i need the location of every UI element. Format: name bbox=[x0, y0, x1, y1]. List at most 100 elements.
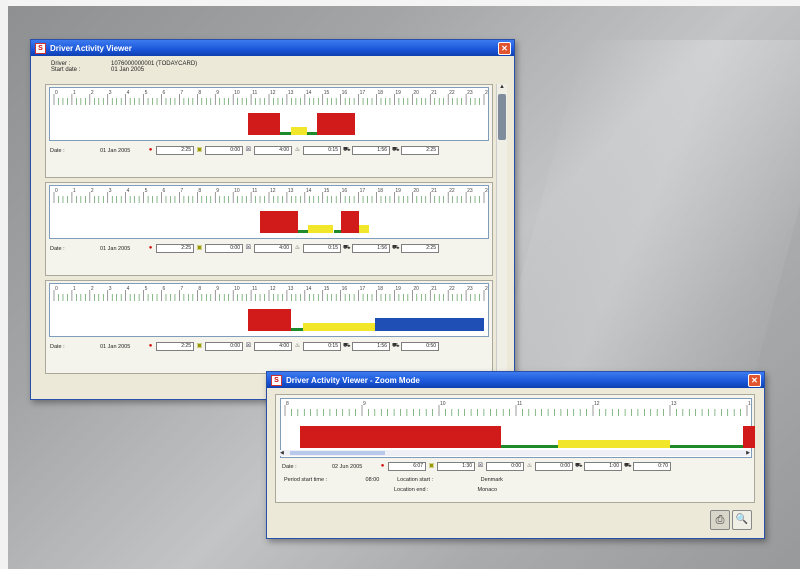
day-timeline-chart: 0123456789101112131415161718192021222324 bbox=[49, 185, 489, 239]
date-value: 01 Jan 2005 bbox=[100, 147, 131, 154]
hour-label: 14 bbox=[306, 286, 312, 292]
poa-segment[interactable] bbox=[558, 440, 670, 448]
hour-label: 7 bbox=[180, 188, 183, 194]
hour-label: 12 bbox=[270, 188, 276, 194]
hour-label: 19 bbox=[395, 90, 401, 96]
hour-label: 24 bbox=[485, 188, 488, 194]
hour-label: 19 bbox=[395, 286, 401, 292]
hour-label: 13 bbox=[288, 90, 294, 96]
hour-label: 1 bbox=[73, 90, 76, 96]
zoom-timeline-chart: 8 9 10 11 12 13 14 bbox=[280, 398, 755, 458]
hour-label: 21 bbox=[431, 188, 437, 194]
hour-label: 0 bbox=[55, 286, 58, 292]
poa-time-box: 4:00 bbox=[254, 244, 292, 253]
hour-label: 10 bbox=[234, 188, 240, 194]
poa-time-box: 4:00 bbox=[254, 146, 292, 155]
drive-segment[interactable] bbox=[247, 309, 291, 331]
background-top-edge bbox=[0, 0, 800, 6]
hour-label: 18 bbox=[378, 188, 384, 194]
drive-icon: ● bbox=[148, 245, 153, 251]
hour-label: 14 bbox=[306, 188, 312, 194]
hour-label: 6 bbox=[163, 90, 166, 96]
hour-label: 21 bbox=[431, 286, 437, 292]
hour-label: 7 bbox=[180, 286, 183, 292]
day-panel: 0123456789101112131415161718192021222324… bbox=[45, 84, 493, 178]
date-value: 01 Jan 2005 bbox=[100, 245, 131, 252]
poa-segment[interactable] bbox=[290, 127, 307, 135]
break-icon: ⛟ bbox=[575, 463, 583, 469]
hour-label: 24 bbox=[485, 90, 488, 96]
zoom-window-title: Driver Activity Viewer - Zoom Mode bbox=[286, 375, 420, 385]
hour-label: 9 bbox=[216, 286, 219, 292]
print-button[interactable]: ⎙ bbox=[710, 510, 730, 530]
app-icon: S bbox=[35, 42, 46, 54]
drive-segment[interactable] bbox=[340, 211, 359, 233]
hour-label: 2 bbox=[91, 286, 94, 292]
close-button[interactable]: ✕ bbox=[498, 42, 511, 55]
scroll-right-arrow[interactable]: ▶ bbox=[746, 450, 750, 456]
start-date-value: 01 Jan 2005 bbox=[111, 67, 145, 73]
hour-label: 13 bbox=[288, 188, 294, 194]
rest-time-box: 0:15 bbox=[303, 342, 341, 351]
poa-segment[interactable] bbox=[358, 225, 370, 233]
work-segment[interactable] bbox=[306, 132, 318, 135]
main-window-titlebar[interactable]: S Driver Activity Viewer ✕ bbox=[31, 40, 514, 56]
drive-segment[interactable] bbox=[247, 113, 280, 135]
hour-label: 20 bbox=[413, 90, 419, 96]
work-segment[interactable] bbox=[290, 328, 304, 331]
hour-label: 10 bbox=[234, 286, 240, 292]
hour-label: 2 bbox=[91, 90, 94, 96]
zoom-horizontal-scrollbar[interactable]: ◀ ▶ bbox=[280, 450, 750, 456]
hour-label: 1 bbox=[73, 286, 76, 292]
drive-time-box: 2:25 bbox=[156, 244, 194, 253]
hour-label: 16 bbox=[342, 188, 348, 194]
hour-label: 12 bbox=[270, 286, 276, 292]
app-icon: S bbox=[271, 374, 282, 386]
hour-label: 3 bbox=[109, 90, 112, 96]
scroll-up-arrow[interactable]: ▲ bbox=[497, 84, 507, 90]
hour-label: 8 bbox=[198, 286, 201, 292]
poa-segment[interactable] bbox=[308, 225, 334, 233]
drive-segment[interactable] bbox=[260, 211, 298, 233]
hour-label: 5 bbox=[145, 188, 148, 194]
period-start-value: 08:00 bbox=[365, 477, 380, 483]
break-time-box: 1:56 bbox=[352, 244, 390, 253]
break-time-box: 1:56 bbox=[352, 146, 390, 155]
poa-segment[interactable] bbox=[303, 323, 375, 331]
main-window: S Driver Activity Viewer ✕ Driver :10760… bbox=[30, 39, 515, 400]
scroll-thumb[interactable] bbox=[498, 94, 506, 140]
work-segment[interactable] bbox=[670, 445, 744, 448]
start-date-label: Start date : bbox=[51, 67, 81, 73]
location-end-value: Monaco bbox=[477, 487, 498, 493]
work-segment[interactable] bbox=[279, 132, 291, 135]
rest-segment[interactable] bbox=[374, 318, 484, 331]
hour-label: 13 bbox=[288, 286, 294, 292]
zoom-button[interactable]: 🔍 bbox=[732, 510, 752, 530]
date-value: 01 Jan 2005 bbox=[100, 343, 131, 350]
break-time-box: 1:56 bbox=[352, 342, 390, 351]
hour-label: 5 bbox=[145, 90, 148, 96]
drive-segment[interactable] bbox=[743, 426, 755, 448]
hour-label: 8 bbox=[198, 90, 201, 96]
hour-label: 1 bbox=[73, 188, 76, 194]
rest-icon: ♨ bbox=[294, 147, 301, 153]
drive-segment[interactable] bbox=[300, 426, 501, 448]
hour-label: 17 bbox=[360, 90, 366, 96]
work-segment[interactable] bbox=[297, 230, 309, 233]
hour-label: 3 bbox=[109, 286, 112, 292]
hour-label: 23 bbox=[467, 90, 473, 96]
work-segment[interactable] bbox=[500, 445, 559, 448]
hour-label: 18 bbox=[378, 90, 384, 96]
work-segment[interactable] bbox=[333, 230, 341, 233]
zoom-close-button[interactable]: ✕ bbox=[748, 374, 761, 387]
drive-time-box: 2:25 bbox=[156, 342, 194, 351]
total-time-box: 2:25 bbox=[401, 244, 439, 253]
hour-label: 20 bbox=[413, 188, 419, 194]
hour-label: 4 bbox=[127, 286, 130, 292]
drive-segment[interactable] bbox=[317, 113, 355, 135]
scroll-left-arrow[interactable]: ◀ bbox=[280, 450, 284, 456]
vertical-scrollbar[interactable]: ▲ ▼ bbox=[496, 84, 507, 394]
zoom-scroll-thumb[interactable] bbox=[290, 451, 385, 455]
zoom-window-titlebar[interactable]: S Driver Activity Viewer - Zoom Mode ✕ bbox=[267, 372, 764, 388]
work-time-box: 0:00 bbox=[205, 342, 243, 351]
